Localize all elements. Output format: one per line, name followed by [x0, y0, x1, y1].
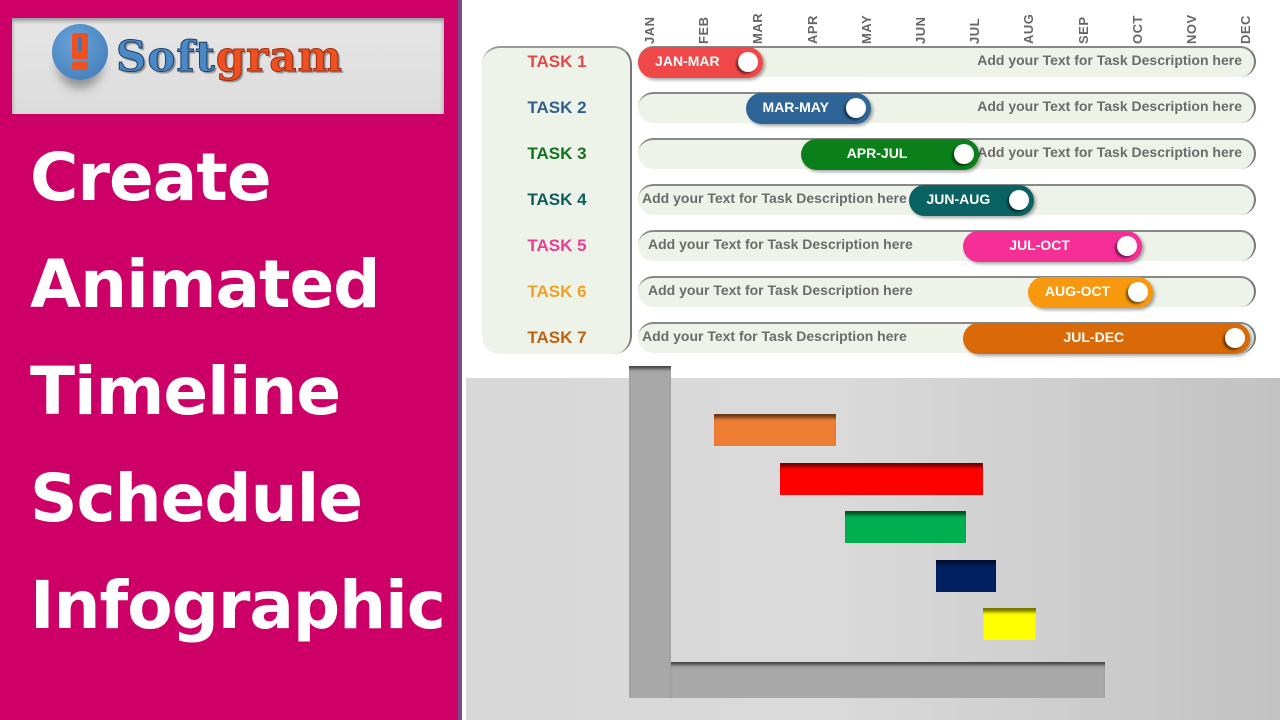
task-track: Add your Text for Task Description here M…	[638, 92, 1256, 124]
task-range-pill[interactable]: JUL-DEC	[963, 323, 1251, 354]
month-label: AUG	[1021, 13, 1037, 44]
logo-text-gram: gram	[215, 32, 343, 82]
task-track: Add your Text for Task Description here A…	[638, 138, 1256, 170]
logo-emblem-icon	[52, 24, 108, 80]
gantt-illustration	[466, 366, 1280, 720]
task-range-label: APR-JUL	[846, 145, 908, 161]
task-range-pill[interactable]: JUN-AUG	[909, 185, 1034, 216]
task-range-label: JUL-OCT	[1009, 237, 1070, 253]
month-label: JUN	[913, 16, 928, 44]
title-line: Create	[30, 139, 272, 216]
task-description: Add your Text for Task Description here	[977, 52, 1242, 68]
task-label: TASK 4	[527, 190, 587, 209]
slider-knob-icon[interactable]	[1225, 328, 1246, 348]
task-description: Add your Text for Task Description here	[977, 98, 1242, 114]
slider-knob-icon[interactable]	[846, 98, 867, 118]
gantt-bar	[844, 511, 967, 543]
task-track: Add your Text for Task Description here J…	[638, 230, 1256, 262]
task-track: Add your Text for Task Description here A…	[638, 276, 1256, 308]
task-range-pill[interactable]: AUG-OCT	[1028, 277, 1153, 308]
slider-knob-icon[interactable]	[737, 52, 758, 72]
timeline-infographic: JAN FEB MAR APR MAY JUN JUL AUG SEP OCT NOV DEC TAS…	[466, 0, 1280, 378]
title-line: Infographic	[30, 567, 446, 644]
task-range-pill[interactable]: APR-JUL	[800, 139, 980, 170]
month-label: JAN	[642, 16, 657, 44]
task-range-pill[interactable]: MAR-MAY	[746, 93, 872, 124]
gantt-bar	[983, 608, 1036, 640]
title-line: Schedule	[30, 460, 363, 537]
logo-text-soft: Soft	[116, 32, 216, 82]
month-label: MAY	[858, 14, 874, 44]
month-label: MAR	[750, 12, 766, 44]
slider-knob-icon[interactable]	[1117, 236, 1138, 256]
task-track: Add your Text for Task Description here J…	[638, 322, 1256, 354]
page-title: Create Animated Timeline Schedule Infogr…	[30, 124, 446, 659]
left-title-panel: Softgram Create Animated Timeline Schedu…	[0, 0, 462, 720]
task-description: Add your Text for Task Description here	[977, 144, 1242, 160]
task-description: Add your Text for Task Description here	[648, 282, 913, 298]
task-label: TASK 5	[527, 236, 587, 255]
task-label: TASK 2	[527, 98, 587, 117]
task-label-column: TASK 1 TASK 2 TASK 3 TASK 4 TASK 5 TASK 6 TASK…	[482, 46, 632, 354]
month-label: FEB	[696, 16, 712, 45]
task-range-label: JUL-DEC	[1063, 329, 1125, 345]
month-label: SEP	[1075, 16, 1091, 44]
task-range-pill[interactable]: JAN-MAR	[638, 47, 763, 78]
task-description: Add your Text for Task Description here	[642, 190, 907, 206]
month-label: DEC	[1238, 15, 1254, 44]
task-description: Add your Text for Task Description here	[648, 236, 913, 252]
task-track: Add your Text for Task Description here J…	[638, 46, 1256, 78]
softgram-logo: Softgram	[12, 18, 444, 114]
task-range-label: MAR-MAY	[762, 99, 829, 115]
task-range-label: JAN-MAR	[655, 53, 720, 69]
task-label: TASK 6	[527, 282, 587, 301]
task-description: Add your Text for Task Description here	[642, 328, 907, 344]
month-label: NOV	[1184, 14, 1199, 44]
logo-wordmark: Softgram	[116, 32, 343, 82]
title-line: Animated	[30, 246, 381, 323]
gantt-bar	[779, 462, 984, 495]
slider-knob-icon[interactable]	[1008, 190, 1029, 210]
slider-knob-icon[interactable]	[1127, 282, 1148, 302]
task-range-pill[interactable]: JUL-OCT	[963, 231, 1143, 262]
gantt-bar	[935, 559, 997, 592]
title-line: Timeline	[30, 353, 341, 430]
month-label: OCT	[1129, 15, 1145, 44]
task-label: TASK 3	[527, 144, 587, 163]
task-track: Add your Text for Task Description here J…	[638, 184, 1256, 216]
task-label: TASK 7	[527, 328, 587, 347]
month-label: APR	[804, 15, 820, 44]
gantt-bar	[714, 414, 836, 446]
month-label: JUL	[967, 17, 983, 44]
task-range-label: AUG-OCT	[1044, 283, 1111, 299]
task-label: TASK 1	[527, 52, 587, 71]
task-range-label: JUN-AUG	[926, 191, 991, 207]
slider-knob-icon[interactable]	[954, 144, 975, 164]
x-axis-bar	[671, 662, 1105, 698]
y-axis-bar	[629, 366, 671, 698]
